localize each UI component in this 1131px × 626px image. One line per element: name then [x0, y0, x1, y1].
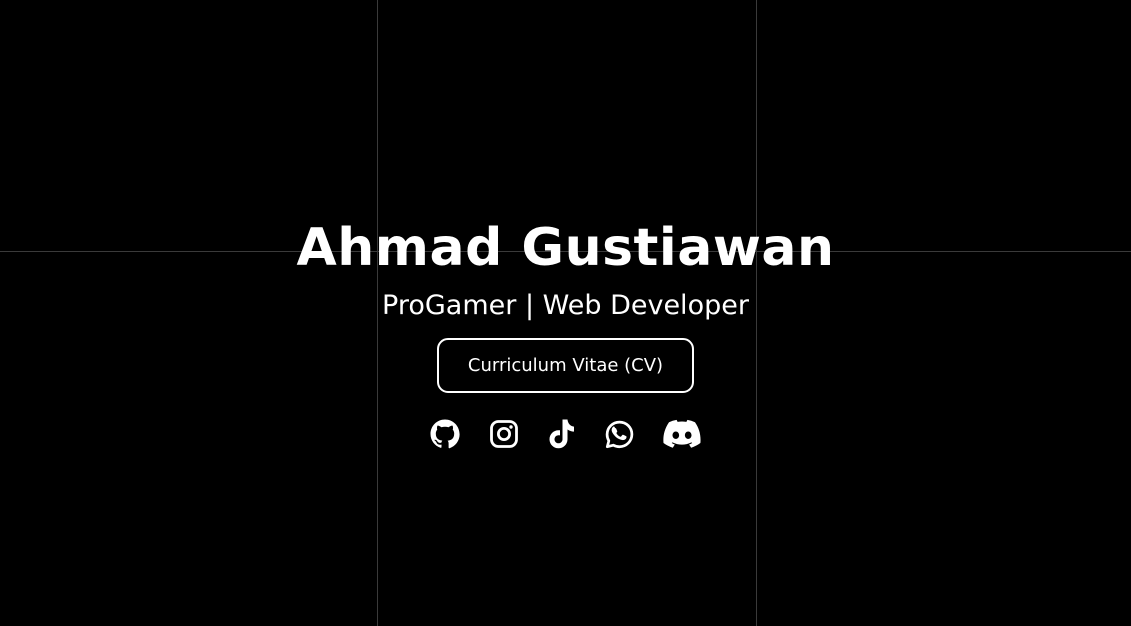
- whatsapp-icon: [604, 419, 635, 450]
- social-links: [0, 414, 1131, 454]
- profile-name: Ahmad Gustiawan: [296, 218, 835, 278]
- discord-icon: [663, 419, 701, 449]
- tiktok-link[interactable]: [543, 414, 579, 454]
- cv-button[interactable]: Curriculum Vitae (CV): [437, 338, 694, 393]
- hero-section: Ahmad Gustiawan ProGamer | Web Developer…: [0, 0, 1131, 626]
- whatsapp-link[interactable]: [601, 414, 637, 454]
- profile-tagline: ProGamer | Web Developer: [382, 290, 749, 321]
- github-link[interactable]: [426, 414, 464, 454]
- discord-link[interactable]: [662, 414, 702, 454]
- github-icon: [429, 418, 461, 450]
- instagram-link[interactable]: [486, 414, 522, 454]
- tiktok-icon: [546, 418, 576, 450]
- instagram-icon: [489, 419, 519, 449]
